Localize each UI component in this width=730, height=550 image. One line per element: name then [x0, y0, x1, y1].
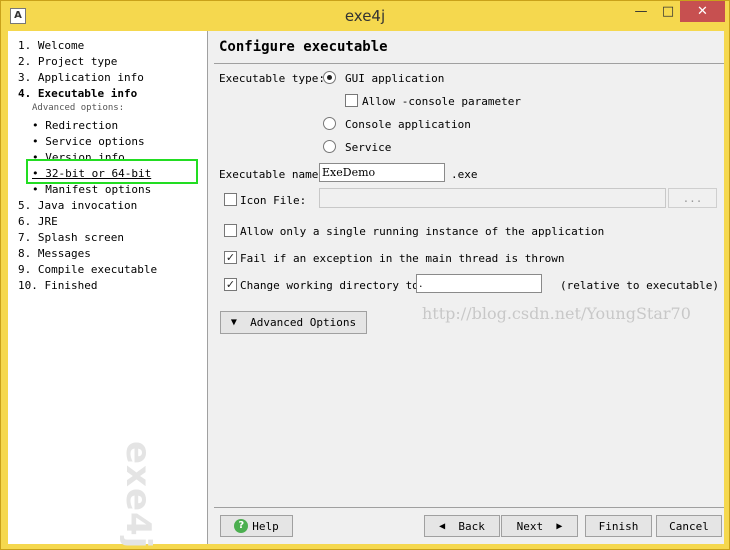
step-messages[interactable]: 8. Messages: [18, 247, 91, 260]
step-application-info[interactable]: 3. Application info: [18, 71, 144, 84]
service-label[interactable]: Service: [345, 141, 391, 154]
service-radio[interactable]: [323, 140, 336, 153]
exe-suffix-label: .exe: [451, 168, 478, 181]
window-title: exe4j: [344, 7, 386, 25]
single-instance-label[interactable]: Allow only a single running instance of …: [240, 225, 604, 238]
browse-icon-button: ...: [668, 188, 717, 208]
maximize-button[interactable]: □: [656, 1, 680, 22]
cancel-button[interactable]: Cancel: [656, 515, 722, 537]
finish-button[interactable]: Finish: [585, 515, 652, 537]
step-java-invocation[interactable]: 5. Java invocation: [18, 199, 137, 212]
footer-divider: [214, 507, 724, 508]
step-project-type[interactable]: 2. Project type: [18, 55, 117, 68]
step-jre[interactable]: 6. JRE: [18, 215, 58, 228]
advanced-options-label: Advanced Options: [250, 316, 357, 329]
url-watermark: http://blog.csdn.net/YoungStar70: [422, 304, 691, 323]
next-button[interactable]: Next ▶: [501, 515, 578, 537]
wizard-client: 1. Welcome 2. Project type 3. Applicatio…: [8, 31, 724, 549]
executable-name-label: Executable name:: [219, 168, 325, 181]
advanced-options-heading: Advanced options:: [32, 103, 125, 113]
step-splash-screen[interactable]: 7. Splash screen: [18, 231, 124, 244]
change-directory-label[interactable]: Change working directory to:: [240, 279, 425, 292]
icon-file-input: [319, 188, 666, 208]
back-button[interactable]: ◀ Back: [424, 515, 500, 537]
step-executable-info[interactable]: 4. Executable info: [18, 87, 137, 100]
exe4j-logo-watermark: exe4j: [118, 441, 158, 550]
configure-executable-panel: Configure executable Executable type: GU…: [214, 31, 724, 544]
triangle-right-icon: ▶: [556, 520, 563, 532]
help-label: Help: [252, 519, 279, 533]
step-finished[interactable]: 10. Finished: [18, 279, 97, 292]
triangle-down-icon: ▼: [230, 317, 237, 328]
icon-file-label[interactable]: Icon File:: [240, 194, 306, 207]
help-button[interactable]: ? Help: [220, 515, 293, 537]
title-bar[interactable]: A exe4j — □ ✕: [1, 1, 729, 31]
close-button[interactable]: ✕: [680, 1, 725, 22]
step-welcome[interactable]: 1. Welcome: [18, 39, 84, 52]
icon-file-checkbox[interactable]: [224, 193, 237, 206]
single-instance-checkbox[interactable]: [224, 224, 237, 237]
exe4j-window: A exe4j — □ ✕ 1. Welcome 2. Project type…: [0, 0, 730, 550]
console-application-radio[interactable]: [323, 117, 336, 130]
minimize-button[interactable]: —: [629, 1, 653, 22]
gui-application-radio[interactable]: [323, 71, 336, 84]
fail-exception-label[interactable]: Fail if an exception in the main thread …: [240, 252, 565, 265]
title-divider: [214, 63, 724, 64]
relative-note: (relative to executable): [560, 279, 719, 292]
executable-name-input[interactable]: ExeDemo: [319, 163, 445, 182]
change-directory-checkbox[interactable]: ✓: [224, 278, 237, 291]
console-application-label[interactable]: Console application: [345, 118, 471, 131]
step-list-panel: 1. Welcome 2. Project type 3. Applicatio…: [8, 31, 208, 549]
back-label: Back: [458, 519, 485, 533]
advanced-options-button[interactable]: ▼ Advanced Options: [220, 311, 367, 334]
highlight-box: [26, 159, 198, 184]
help-icon: ?: [234, 519, 249, 533]
executable-type-label: Executable type:: [219, 72, 325, 85]
step-compile-executable[interactable]: 9. Compile executable: [18, 263, 157, 276]
allow-console-checkbox[interactable]: [345, 94, 358, 107]
triangle-left-icon: ◀: [439, 520, 446, 532]
gui-application-label[interactable]: GUI application: [345, 72, 444, 85]
adv-service-options[interactable]: • Service options: [32, 135, 145, 148]
adv-redirection[interactable]: • Redirection: [32, 119, 118, 132]
allow-console-label[interactable]: Allow -console parameter: [362, 95, 521, 108]
page-title: Configure executable: [219, 39, 388, 55]
adv-manifest-options[interactable]: • Manifest options: [32, 183, 151, 196]
fail-exception-checkbox[interactable]: ✓: [224, 251, 237, 264]
next-label: Next: [516, 519, 544, 533]
working-directory-input[interactable]: .: [416, 274, 542, 293]
